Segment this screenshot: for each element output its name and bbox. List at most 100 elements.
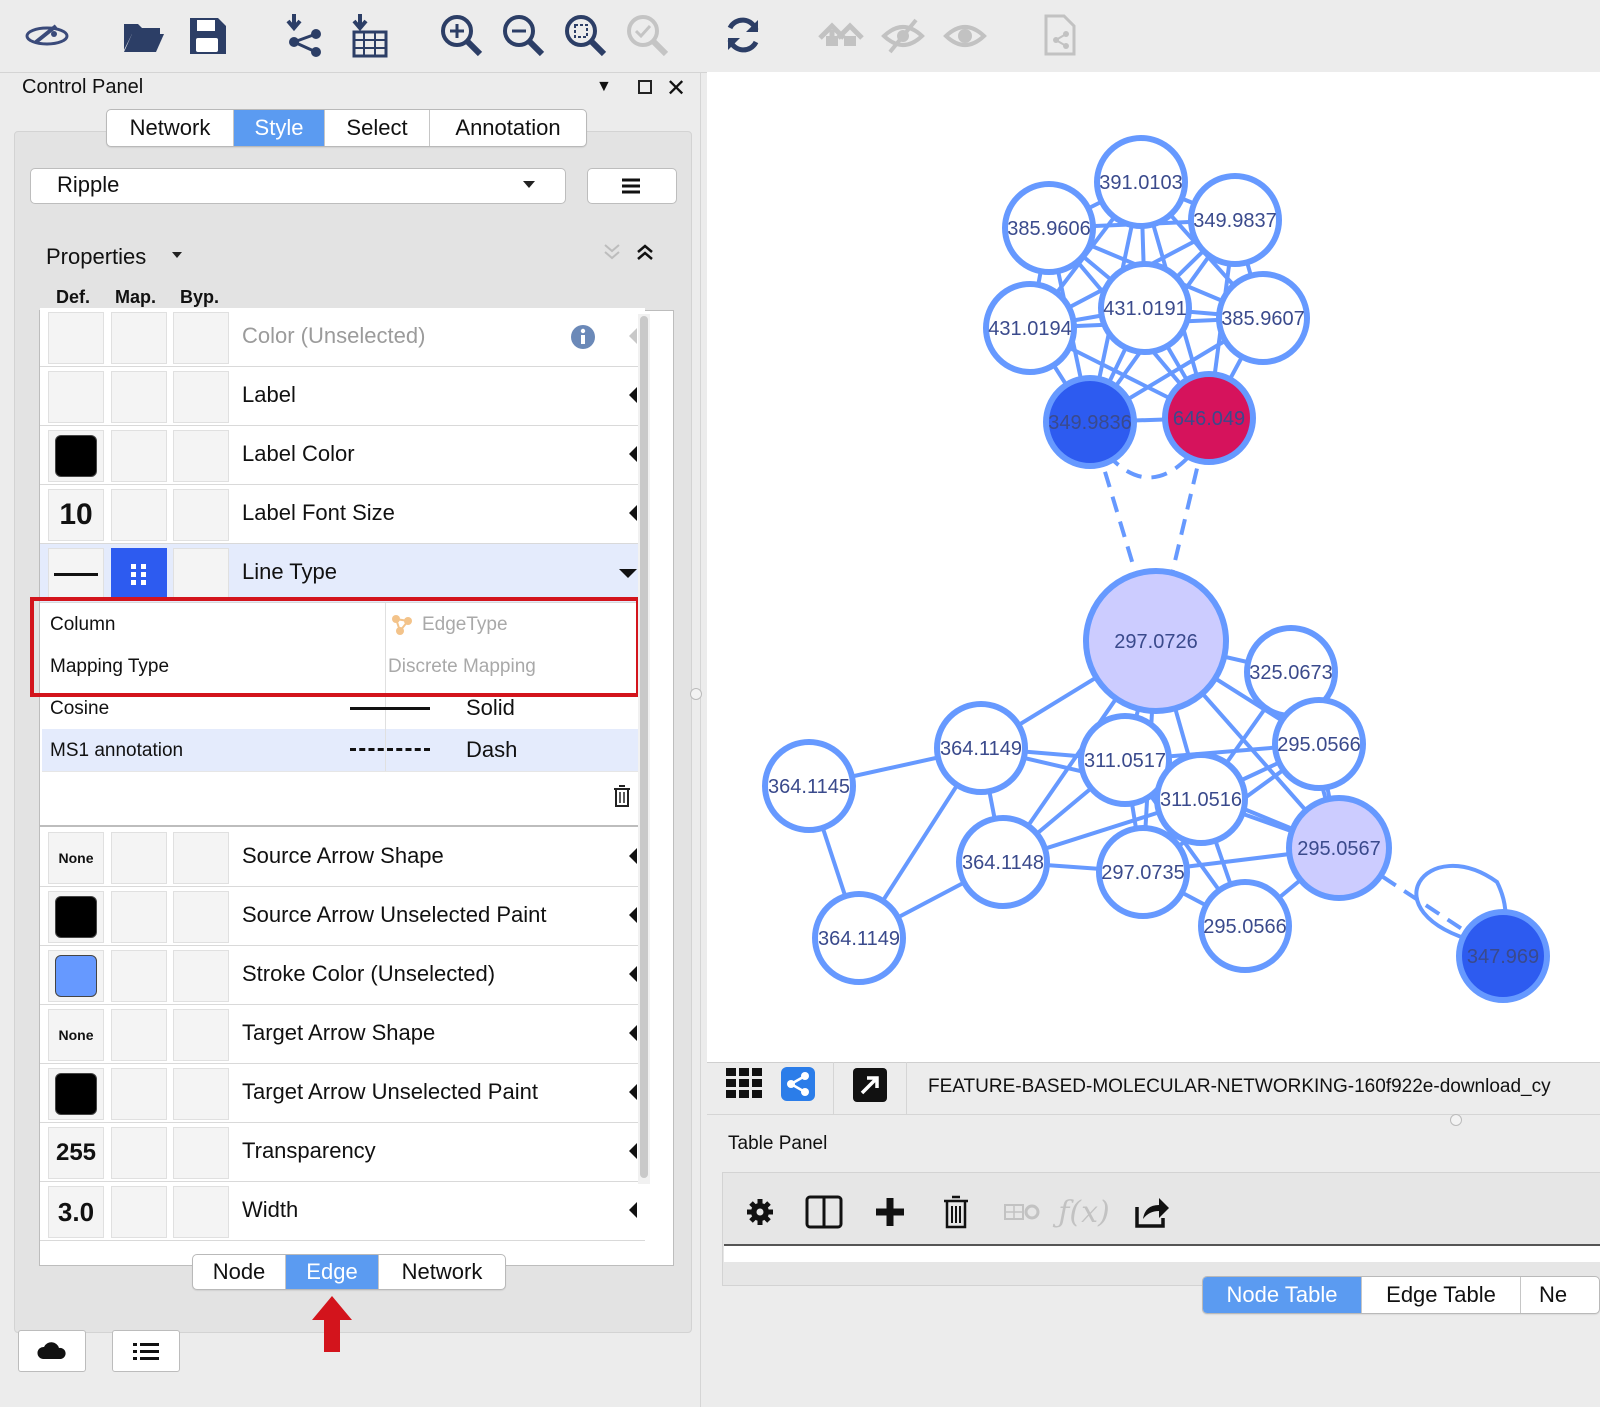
style-dropdown[interactable]: Ripple bbox=[30, 168, 566, 204]
splitter-handle[interactable] bbox=[690, 688, 702, 700]
style-options-button[interactable] bbox=[587, 168, 677, 204]
expand-arrow-icon[interactable] bbox=[629, 1025, 637, 1041]
open-folder-icon[interactable] bbox=[116, 8, 170, 62]
network-node[interactable]: 364.1145 bbox=[762, 739, 856, 833]
network-node[interactable]: 364.1149 bbox=[812, 891, 906, 985]
network-node[interactable]: 297.0735 bbox=[1096, 825, 1190, 919]
tab-edge-table[interactable]: Edge Table bbox=[1362, 1277, 1521, 1313]
collapse-arrow-icon[interactable] bbox=[619, 569, 637, 578]
property-row-color[interactable]: Color (Unselected) bbox=[40, 308, 645, 367]
grid-view-icon[interactable] bbox=[725, 1066, 765, 1100]
network-node[interactable]: 295.0566 bbox=[1272, 697, 1366, 791]
bypass-cell[interactable] bbox=[173, 371, 229, 423]
task-list-button[interactable] bbox=[112, 1330, 180, 1372]
default-cell[interactable] bbox=[48, 1068, 104, 1120]
expand-arrow-icon[interactable] bbox=[629, 328, 637, 344]
bypass-cell[interactable] bbox=[173, 1009, 229, 1061]
default-cell[interactable]: None bbox=[48, 1009, 104, 1061]
mapping-cell[interactable] bbox=[111, 950, 167, 1002]
cloud-button[interactable] bbox=[18, 1330, 86, 1372]
tab-node[interactable]: Node bbox=[193, 1255, 286, 1289]
network-node[interactable]: 295.0567 bbox=[1286, 795, 1392, 901]
hide-icon[interactable] bbox=[876, 8, 930, 62]
network-node[interactable]: 347.969 bbox=[1456, 909, 1550, 1003]
mapping-cell[interactable] bbox=[111, 1186, 167, 1238]
default-cell[interactable]: 10 bbox=[48, 489, 104, 541]
default-cell[interactable] bbox=[48, 950, 104, 1002]
network-node[interactable]: 297.0726 bbox=[1083, 568, 1229, 714]
cytoscape-logo-icon[interactable] bbox=[20, 8, 74, 62]
default-cell[interactable]: None bbox=[48, 832, 104, 884]
network-node[interactable]: 349.9837 bbox=[1188, 173, 1282, 267]
tab-select[interactable]: Select bbox=[325, 110, 430, 146]
property-row-label-font-size[interactable]: 10 Label Font Size bbox=[40, 485, 645, 544]
home-icon[interactable] bbox=[814, 8, 868, 62]
expand-arrow-icon[interactable] bbox=[629, 1084, 637, 1100]
add-column-button[interactable] bbox=[868, 1190, 912, 1234]
bypass-cell[interactable] bbox=[173, 1186, 229, 1238]
default-cell[interactable] bbox=[48, 891, 104, 943]
property-row-stroke-color[interactable]: Stroke Color (Unselected) bbox=[40, 946, 645, 1005]
tab-network-style[interactable]: Network bbox=[379, 1255, 505, 1289]
property-row-source-arrow-shape[interactable]: None Source Arrow Shape bbox=[40, 828, 645, 887]
settings-button[interactable] bbox=[738, 1190, 782, 1234]
property-row-label[interactable]: Label bbox=[40, 367, 645, 426]
mapping-cell[interactable] bbox=[111, 312, 167, 364]
mapping-cell[interactable] bbox=[111, 548, 167, 600]
property-row-target-arrow-shape[interactable]: None Target Arrow Shape bbox=[40, 1005, 645, 1064]
bypass-cell[interactable] bbox=[173, 950, 229, 1002]
default-cell[interactable] bbox=[48, 312, 104, 364]
mapping-entry-row[interactable]: MS1 annotation Dash bbox=[42, 729, 645, 772]
mapping-cell[interactable] bbox=[111, 1009, 167, 1061]
panel-options-icon[interactable]: ▼ bbox=[596, 78, 612, 96]
bypass-cell[interactable] bbox=[173, 312, 229, 364]
tab-annotation[interactable]: Annotation bbox=[430, 110, 586, 146]
expand-arrow-icon[interactable] bbox=[629, 505, 637, 521]
property-row-target-arrow-paint[interactable]: Target Arrow Unselected Paint bbox=[40, 1064, 645, 1123]
tab-node-table[interactable]: Node Table bbox=[1203, 1277, 1362, 1313]
tab-network[interactable]: Network bbox=[107, 110, 234, 146]
network-node[interactable]: 385.9607 bbox=[1216, 271, 1310, 365]
mapping-cell[interactable] bbox=[111, 1068, 167, 1120]
network-node[interactable]: 349.9836 bbox=[1043, 375, 1137, 469]
mapping-cell[interactable] bbox=[111, 1127, 167, 1179]
network-graph[interactable]: 391.0103 385.9606 349.9837 431.0194 431.0191… bbox=[707, 72, 1600, 1062]
network-node[interactable]: 385.9606 bbox=[1002, 181, 1096, 275]
scrollbar-thumb[interactable] bbox=[640, 316, 648, 1178]
property-row-source-arrow-paint[interactable]: Source Arrow Unselected Paint bbox=[40, 887, 645, 946]
trash-icon[interactable] bbox=[611, 783, 633, 809]
properties-dropdown[interactable]: Properties bbox=[46, 244, 146, 270]
expand-arrow-icon[interactable] bbox=[629, 1143, 637, 1159]
tab-edge[interactable]: Edge bbox=[286, 1255, 379, 1289]
network-node[interactable]: 646.049 bbox=[1162, 371, 1256, 465]
mapping-cell[interactable] bbox=[111, 430, 167, 482]
network-node[interactable]: 295.0566 bbox=[1198, 879, 1292, 973]
tab-network-table[interactable]: Ne bbox=[1521, 1277, 1599, 1313]
export-table-button[interactable] bbox=[1130, 1190, 1174, 1234]
network-node[interactable]: 311.0516 bbox=[1154, 752, 1248, 846]
expand-arrow-icon[interactable] bbox=[629, 848, 637, 864]
network-node[interactable]: 391.0103 bbox=[1094, 135, 1188, 229]
default-cell[interactable] bbox=[48, 430, 104, 482]
default-cell[interactable]: 3.0 bbox=[48, 1186, 104, 1238]
network-node[interactable]: 364.1148 bbox=[956, 815, 1050, 909]
float-panel-icon[interactable] bbox=[638, 80, 652, 94]
show-columns-button[interactable] bbox=[802, 1190, 846, 1234]
network-view-icon[interactable] bbox=[780, 1066, 816, 1102]
function-builder-icon[interactable]: ƒ(x) bbox=[1058, 1190, 1109, 1234]
bypass-cell[interactable] bbox=[173, 832, 229, 884]
zoom-fit-icon[interactable] bbox=[558, 8, 612, 62]
bypass-cell[interactable] bbox=[173, 548, 229, 600]
default-cell[interactable] bbox=[48, 548, 104, 600]
zoom-out-icon[interactable] bbox=[496, 8, 550, 62]
network-node[interactable]: 431.0191 bbox=[1098, 261, 1192, 355]
zoom-selected-icon[interactable] bbox=[620, 8, 674, 62]
mapping-cell[interactable] bbox=[111, 891, 167, 943]
mapping-cell[interactable] bbox=[111, 371, 167, 423]
property-row-width[interactable]: 3.0 Width bbox=[40, 1182, 645, 1241]
properties-caret-icon[interactable] bbox=[172, 252, 182, 258]
bypass-cell[interactable] bbox=[173, 489, 229, 541]
close-panel-icon[interactable]: ✕ bbox=[666, 74, 686, 103]
mapping-cell[interactable] bbox=[111, 489, 167, 541]
expand-arrow-icon[interactable] bbox=[629, 907, 637, 923]
